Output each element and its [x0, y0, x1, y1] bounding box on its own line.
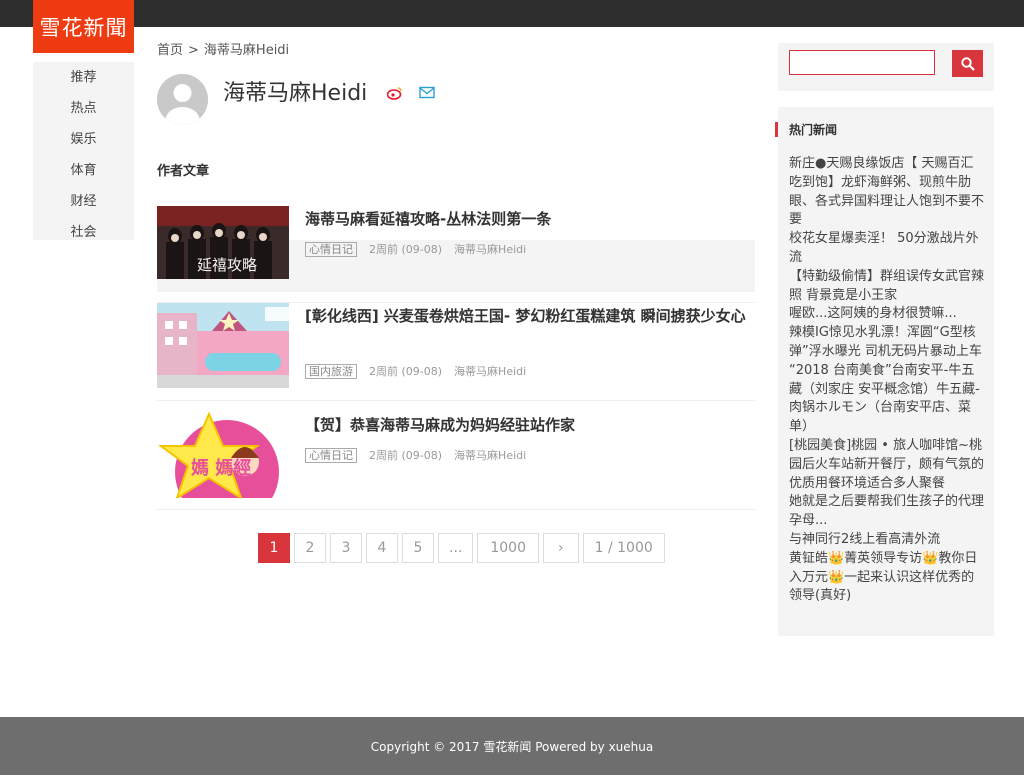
article-meta: 国内旅游 2周前 (09-08) 海蒂马麻Heidi [305, 363, 526, 379]
left-nav: 推荐 热点 娱乐 体育 财经 社会 [33, 62, 134, 240]
weibo-icon[interactable] [386, 86, 403, 104]
author-name: 海蒂马麻Heidi [223, 81, 368, 106]
category-tag[interactable]: 心情日记 [305, 447, 357, 463]
list-item: [彰化线西] 兴麦蛋卷烘焙王国- 梦幻粉红蛋糕建筑 瞬间掳获少女心 国内旅游 2… [157, 303, 755, 401]
hot-news-item[interactable]: [桃园美食]桃园 • 旅人咖啡馆~桃园后火车站新开餐厅，颇有气氛的优质用餐环境适… [789, 437, 984, 493]
breadcrumb-home[interactable]: 首页 [157, 43, 183, 58]
next-page-button[interactable]: › [543, 533, 579, 563]
sidebar-search [778, 43, 994, 91]
list-item: 媽 媽經 【贺】恭喜海蒂马麻成为妈妈经驻站作家 心情日记 2周前 (09-08)… [157, 402, 755, 510]
nav-item-finance[interactable]: 财经 [33, 186, 134, 217]
hot-news-item[interactable]: 校花女星爆卖淫！ 50分激战片外流 [789, 230, 984, 268]
author-header: 海蒂马麻Heidi [157, 74, 755, 146]
site-logo[interactable]: 雪花新聞 [33, 0, 134, 53]
hot-news-list: 新庄●天赐良缘饭店【 天赐百汇吃到饱】龙虾海鲜粥、现煎牛肋眼、各式异国料理让人饱… [789, 155, 984, 606]
article-thumbnail[interactable]: 延禧攻略 [157, 206, 289, 279]
nav-item-hot[interactable]: 热点 [33, 93, 134, 124]
article-thumbnail[interactable]: 媽 媽經 [157, 412, 289, 498]
hot-news-panel: 热门新闻 新庄●天赐良缘饭店【 天赐百汇吃到饱】龙虾海鲜粥、现煎牛肋眼、各式异国… [775, 107, 994, 636]
thumb-caption: 延禧攻略 [197, 256, 257, 274]
mail-icon[interactable] [419, 84, 435, 103]
section-title: 作者文章 [157, 164, 210, 179]
page-button-5[interactable]: 5 [402, 533, 434, 563]
article-list: 延禧攻略 海蒂马麻看延禧攻略-丛林法则第一条 心情日记 2周前 (09-08) … [157, 206, 755, 303]
article-meta: 心情日记 2周前 (09-08) 海蒂马麻Heidi [305, 447, 526, 463]
page-button-2[interactable]: 2 [294, 533, 326, 563]
main-content: 首页 > 海蒂马麻Heidi 海蒂马麻Heidi 作者文章 延禧攻略 海蒂马麻看… [157, 40, 755, 303]
footer-copyright: Copyright © 2017 雪花新闻 Powered by xuehua [370, 739, 654, 754]
hot-news-item[interactable]: “2018 台南美食”台南安平-牛五藏（刘家庄 安平概念馆）牛五藏-肉锅ホルモン… [789, 362, 984, 437]
hot-news-item[interactable]: 辣模IG惊见水乳漂！浑圆“G型核弹”浮水曝光 司机无码片暴动上车 [789, 324, 984, 362]
article-author[interactable]: 海蒂马麻Heidi [454, 363, 526, 379]
hot-title-bar [775, 122, 778, 137]
hot-news-item[interactable]: 喔欧...这阿姨的身材很赞嘛... [789, 305, 984, 324]
article-time: 2周前 (09-08) [369, 365, 443, 378]
page-button-3[interactable]: 3 [330, 533, 362, 563]
article-time: 2周前 (09-08) [369, 243, 443, 256]
search-icon [960, 56, 975, 71]
nav-item-society[interactable]: 社会 [33, 217, 134, 240]
article-title[interactable]: [彰化线西] 兴麦蛋卷烘焙王国- 梦幻粉红蛋糕建筑 瞬间掳获少女心 [305, 305, 750, 328]
hot-news-item[interactable]: 【特勤级偷情】群组误传女武官辣照 背景竟是小王家 [789, 268, 984, 306]
search-button[interactable] [952, 50, 983, 77]
article-author[interactable]: 海蒂马麻Heidi [454, 447, 526, 463]
nav-item-recommend[interactable]: 推荐 [33, 62, 134, 93]
page-button-4[interactable]: 4 [366, 533, 398, 563]
footer: Copyright © 2017 雪花新闻 Powered by xuehua [0, 717, 1024, 775]
nav-item-entertainment[interactable]: 娱乐 [33, 124, 134, 155]
page-counter: 1 / 1000 [582, 533, 665, 563]
search-input[interactable] [789, 50, 935, 75]
article-time: 2周前 (09-08) [369, 449, 443, 462]
avatar [157, 74, 208, 125]
category-tag[interactable]: 国内旅游 [305, 363, 357, 379]
category-tag[interactable]: 心情日记 [305, 241, 357, 257]
breadcrumb: 首页 > 海蒂马麻Heidi [157, 40, 755, 62]
pagination: 1 2 3 4 5 ... 1000 › 1 / 1000 [258, 533, 669, 563]
hot-news-item[interactable]: 与神同行2线上看高清外流 [789, 531, 984, 550]
hot-news-item[interactable]: 黄钲皓👑菁英领导专访👑教你日入万元👑一起来认识这样优秀的领导(真好) [789, 550, 984, 606]
top-bar [0, 0, 1024, 27]
hot-news-item[interactable]: 新庄●天赐良缘饭店【 天赐百汇吃到饱】龙虾海鲜粥、现煎牛肋眼、各式异国料理让人饱… [789, 155, 984, 230]
breadcrumb-current: 海蒂马麻Heidi [203, 43, 290, 58]
article-meta: 心情日记 2周前 (09-08) 海蒂马麻Heidi [305, 241, 526, 257]
page-button-1[interactable]: 1 [258, 533, 290, 563]
page-button-last[interactable]: 1000 [477, 533, 539, 563]
breadcrumb-separator: > [188, 43, 199, 58]
nav-item-sports[interactable]: 体育 [33, 155, 134, 186]
article-thumbnail[interactable] [157, 303, 289, 388]
hot-news-title: 热门新闻 [789, 123, 838, 137]
page-ellipsis: ... [438, 533, 474, 563]
list-item: 延禧攻略 海蒂马麻看延禧攻略-丛林法则第一条 心情日记 2周前 (09-08) … [157, 206, 755, 303]
thumb-caption: 媽 媽經 [191, 457, 251, 479]
hot-news-item[interactable]: 她就是之后要帮我们生孩子的代理孕母... [789, 493, 984, 531]
article-title[interactable]: 【贺】恭喜海蒂马麻成为妈妈经驻站作家 [305, 414, 750, 436]
article-title[interactable]: 海蒂马麻看延禧攻略-丛林法则第一条 [305, 208, 750, 230]
article-author[interactable]: 海蒂马麻Heidi [454, 241, 526, 257]
